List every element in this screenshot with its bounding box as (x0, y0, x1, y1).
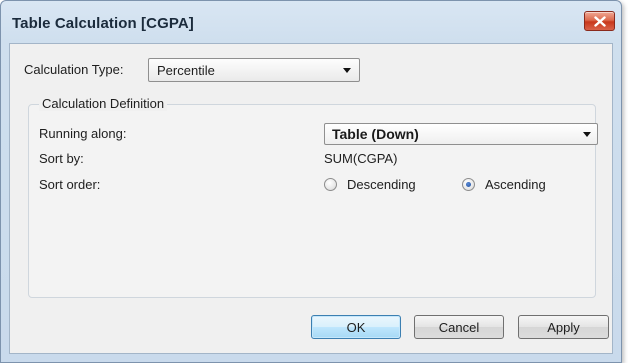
cancel-button[interactable]: Cancel (414, 315, 504, 339)
dialog-title: Table Calculation [CGPA] (12, 15, 194, 32)
running-along-dropdown[interactable]: Table (Down) (324, 123, 598, 145)
calculation-definition-group: Calculation Definition Running along: Ta… (28, 96, 598, 298)
descending-radio[interactable] (324, 178, 337, 191)
ascending-radio[interactable] (462, 178, 475, 191)
sort-by-value: SUM(CGPA) (324, 151, 398, 166)
close-button[interactable] (584, 11, 615, 31)
title-bar[interactable]: Table Calculation [CGPA] (1, 1, 621, 43)
sort-by-label: Sort by: (39, 151, 84, 166)
running-along-label: Running along: (39, 126, 127, 141)
sort-order-label: Sort order: (39, 177, 101, 192)
calculation-type-label: Calculation Type: (24, 62, 124, 77)
calculation-definition-caption: Calculation Definition (39, 96, 168, 111)
calculation-type-dropdown[interactable]: Percentile (148, 58, 360, 82)
chevron-down-icon (343, 68, 351, 73)
ascending-label[interactable]: Ascending (485, 177, 546, 192)
dialog-body: Calculation Type: Percentile Calculation… (9, 43, 613, 354)
running-along-value: Table (Down) (332, 126, 419, 142)
calculation-type-value: Percentile (157, 63, 215, 78)
close-icon (593, 15, 606, 27)
ok-button[interactable]: OK (311, 315, 401, 339)
apply-button[interactable]: Apply (518, 315, 609, 339)
table-calculation-dialog: Table Calculation [CGPA] Calculation Typ… (0, 0, 622, 363)
descending-label[interactable]: Descending (347, 177, 416, 192)
chevron-down-icon (583, 132, 591, 137)
